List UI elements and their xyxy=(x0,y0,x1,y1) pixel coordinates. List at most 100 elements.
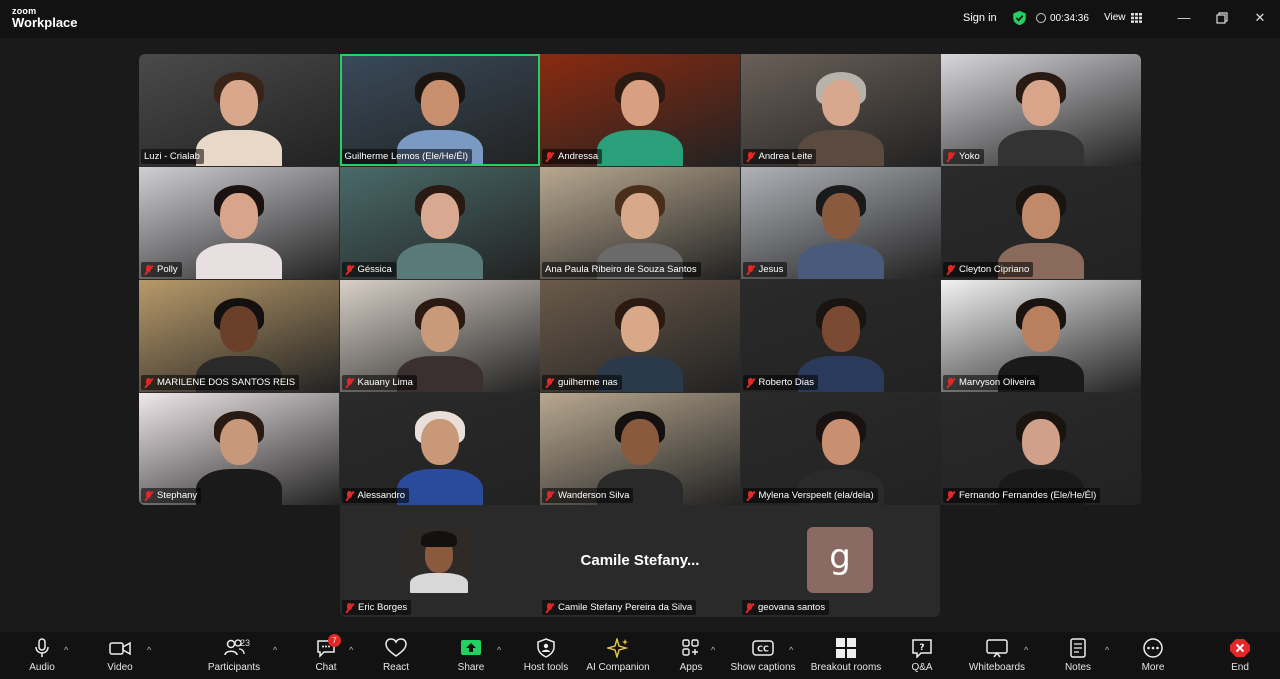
participant-name-tag: geovana santos xyxy=(742,600,830,615)
mic-muted-icon xyxy=(745,602,754,613)
participant-name-tag: Wanderson Silva xyxy=(542,488,634,503)
whiteboards-button[interactable]: Whiteboards xyxy=(964,638,1030,678)
participant-tile[interactable]: Camile Stefany... Camile Stefany Pereira… xyxy=(540,505,740,617)
more-button[interactable]: More xyxy=(1137,638,1169,678)
show-captions-button[interactable]: CC Show captions xyxy=(728,638,798,678)
apps-icon xyxy=(682,639,699,656)
participant-tile[interactable]: Luzi - Crialab xyxy=(139,54,339,166)
participant-tile[interactable]: Cleyton Cipriano xyxy=(941,167,1141,279)
participant-tile[interactable]: Polly xyxy=(139,167,339,279)
video-options-caret-icon[interactable]: ^ xyxy=(147,645,151,655)
meeting-timer: 00:34:36 xyxy=(1050,13,1089,24)
breakout-rooms-label: Breakout rooms xyxy=(810,662,882,673)
participant-tile[interactable]: guilherme nas xyxy=(540,280,740,392)
participant-tile[interactable]: Eric Borges xyxy=(340,505,540,617)
grid-view-icon[interactable] xyxy=(1131,13,1142,23)
end-meeting-button[interactable]: End xyxy=(1224,638,1256,678)
participant-silhouette xyxy=(797,185,884,279)
participant-tile[interactable]: Andrea Leite xyxy=(740,54,941,166)
ai-companion-label: AI Companion xyxy=(586,662,650,673)
participant-tile[interactable]: Mylena Verspeelt (ela/dela) xyxy=(740,393,941,505)
participant-tile[interactable]: Géssica xyxy=(339,167,540,279)
view-button[interactable]: View xyxy=(1104,12,1126,23)
participant-name-tag: Jesus xyxy=(742,262,788,277)
participant-tile[interactable]: Kauany Lima xyxy=(339,280,540,392)
apps-button[interactable]: Apps xyxy=(675,638,707,678)
participant-name-tag: Kauany Lima xyxy=(341,375,417,390)
participant-tile[interactable]: Wanderson Silva xyxy=(540,393,740,505)
ai-companion-button[interactable]: AI Companion xyxy=(584,638,652,678)
react-button[interactable]: React xyxy=(380,638,412,678)
closed-captions-icon: CC xyxy=(752,640,774,656)
host-tools-label: Host tools xyxy=(523,662,569,673)
mic-muted-icon xyxy=(345,602,354,613)
participant-name: Stephany xyxy=(157,490,198,501)
captions-options-caret-icon[interactable]: ^ xyxy=(789,645,793,655)
notes-options-caret-icon[interactable]: ^ xyxy=(1105,645,1109,655)
participant-name-tag: Alessandro xyxy=(341,488,410,503)
svg-text:?: ? xyxy=(919,643,924,653)
participant-name-tag: guilherme nas xyxy=(542,375,622,390)
close-icon[interactable]: ✕ xyxy=(1250,8,1270,28)
participant-name: Roberto Dias xyxy=(758,377,814,388)
participant-name: Alessandro xyxy=(357,490,406,501)
restore-icon[interactable] xyxy=(1212,8,1232,28)
participants-options-caret-icon[interactable]: ^ xyxy=(273,645,277,655)
participant-tile[interactable]: Marvyson Oliveira xyxy=(941,280,1141,392)
host-tools-button[interactable]: Host tools xyxy=(520,638,572,678)
more-icon xyxy=(1143,638,1163,658)
chat-button[interactable]: 7 Chat xyxy=(310,634,342,678)
breakout-rooms-button[interactable]: Breakout rooms xyxy=(808,638,884,678)
apps-options-caret-icon[interactable]: ^ xyxy=(711,645,715,655)
participant-tile[interactable]: g geovana santos xyxy=(740,505,940,617)
participant-tile[interactable]: Stephany xyxy=(139,393,339,505)
show-captions-label: Show captions xyxy=(730,662,796,673)
participant-tile[interactable]: Ana Paula Ribeiro de Souza Santos xyxy=(540,167,740,279)
zoom-logo: zoom Workplace xyxy=(12,7,78,30)
participant-name-tag: Andressa xyxy=(542,149,603,164)
share-options-caret-icon[interactable]: ^ xyxy=(497,645,501,655)
participant-tile[interactable]: Alessandro xyxy=(339,393,540,505)
mic-muted-icon xyxy=(746,377,755,388)
video-button[interactable]: Video xyxy=(104,638,136,678)
chat-label: Chat xyxy=(315,662,337,673)
qa-button[interactable]: ? Q&A xyxy=(906,638,938,678)
whiteboards-label: Whiteboards xyxy=(968,662,1026,673)
end-label: End xyxy=(1231,662,1249,673)
participant-silhouette xyxy=(396,411,483,505)
whiteboards-options-caret-icon[interactable]: ^ xyxy=(1024,645,1028,655)
qa-label: Q&A xyxy=(911,662,933,673)
participants-button[interactable]: 23 Participants xyxy=(204,638,264,678)
participant-tile[interactable]: MARILENE DOS SANTOS REIS xyxy=(139,280,339,392)
mic-muted-icon xyxy=(144,490,153,501)
more-label: More xyxy=(1141,662,1165,673)
participant-name: Géssica xyxy=(357,264,392,275)
mic-muted-icon xyxy=(545,602,554,613)
chat-options-caret-icon[interactable]: ^ xyxy=(349,645,353,655)
participant-name: Andrea Leite xyxy=(758,151,813,162)
participant-name-tag: Roberto Dias xyxy=(742,375,818,390)
microphone-icon xyxy=(35,638,49,657)
sign-in-button[interactable]: Sign in xyxy=(963,12,997,24)
notes-button[interactable]: Notes xyxy=(1062,638,1094,678)
participant-tile[interactable]: Guilherme Lemos (Ele/He/Él) xyxy=(339,54,540,166)
share-button[interactable]: Share xyxy=(455,638,487,678)
participant-tile[interactable]: Fernando Fernandes (Ele/He/Él) xyxy=(941,393,1141,505)
mic-muted-icon xyxy=(345,377,354,388)
participant-name: Andressa xyxy=(558,151,599,162)
participant-tile[interactable]: Jesus xyxy=(740,167,941,279)
audio-button[interactable]: Audio xyxy=(26,638,58,678)
participant-name: geovana santos xyxy=(758,602,826,613)
minimize-icon[interactable]: — xyxy=(1174,8,1194,28)
participant-tile[interactable]: Yoko xyxy=(941,54,1141,166)
participant-tile[interactable]: Andressa xyxy=(540,54,740,166)
mic-muted-icon xyxy=(545,377,554,388)
participant-name: Kauany Lima xyxy=(357,377,413,388)
audio-options-caret-icon[interactable]: ^ xyxy=(64,645,68,655)
mic-muted-icon xyxy=(144,377,153,388)
mic-muted-icon xyxy=(746,490,755,501)
participant-tile[interactable]: Roberto Dias xyxy=(740,280,941,392)
participant-name-tag: Cleyton Cipriano xyxy=(943,262,1034,277)
encryption-shield-icon[interactable] xyxy=(1012,10,1027,26)
participant-name: Camile Stefany Pereira da Silva xyxy=(558,602,693,613)
